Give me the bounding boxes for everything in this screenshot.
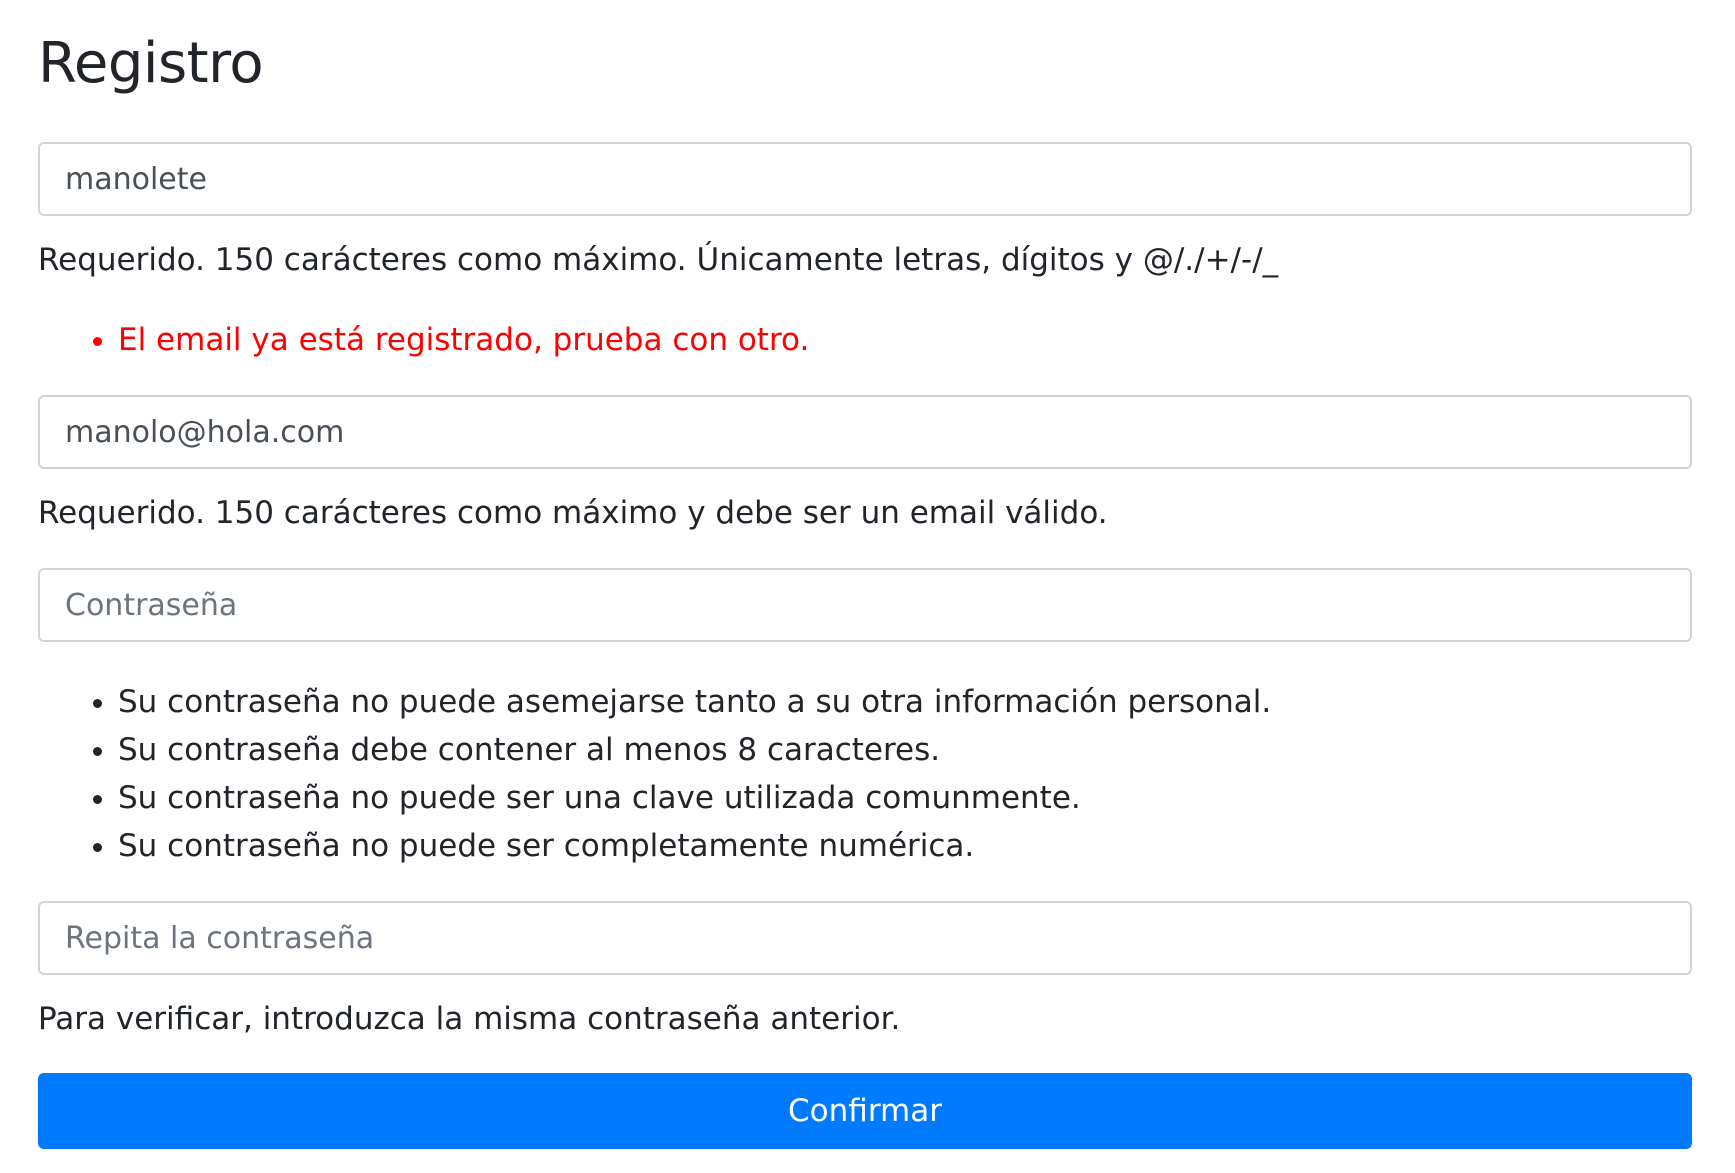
email-error-list: El email ya está registrado, prueba con … xyxy=(38,316,809,364)
password-rule-item: Su contraseña no puede ser completamente… xyxy=(118,822,1271,870)
password-confirm-help-text: Para verificar, introduzca la misma cont… xyxy=(38,1001,901,1037)
confirm-button[interactable]: Confirmar xyxy=(38,1073,1692,1149)
password-rules-list: Su contraseña no puede asemejarse tanto … xyxy=(38,678,1271,870)
password-rule-item: Su contraseña no puede ser una clave uti… xyxy=(118,774,1271,822)
page-title: Registro xyxy=(38,31,264,96)
password-rule-item: Su contraseña no puede asemejarse tanto … xyxy=(118,678,1271,726)
password-confirm-input[interactable] xyxy=(38,901,1692,975)
email-input[interactable] xyxy=(38,395,1692,469)
email-error-item: El email ya está registrado, prueba con … xyxy=(118,316,809,364)
password-rule-item: Su contraseña debe contener al menos 8 c… xyxy=(118,726,1271,774)
email-help-text: Requerido. 150 carácteres como máximo y … xyxy=(38,495,1108,531)
username-help-text: Requerido. 150 carácteres como máximo. Ú… xyxy=(38,242,1279,278)
password-input[interactable] xyxy=(38,568,1692,642)
username-input[interactable] xyxy=(38,142,1692,216)
